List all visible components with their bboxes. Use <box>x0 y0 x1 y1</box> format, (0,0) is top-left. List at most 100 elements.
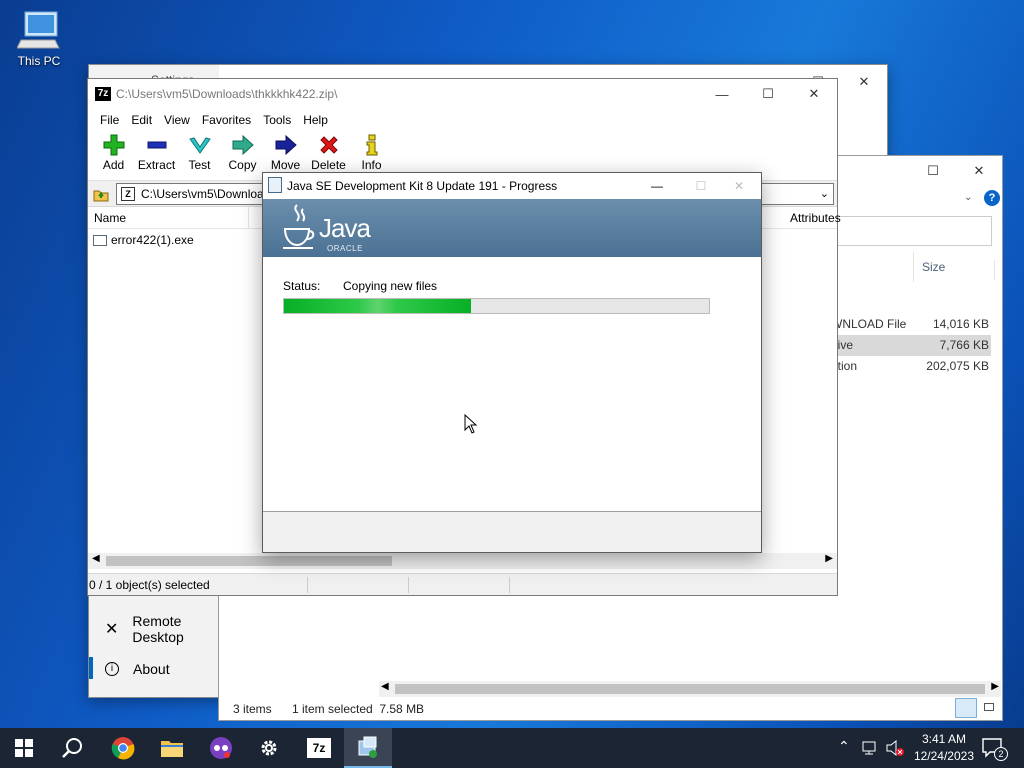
start-button[interactable] <box>0 728 48 768</box>
taskbar-settings[interactable] <box>245 728 293 768</box>
search-button[interactable] <box>48 728 96 768</box>
table-row[interactable]: ation 202,075 KB <box>831 356 991 377</box>
list-item[interactable]: error422(1).exe <box>93 233 194 247</box>
close-button[interactable]: ✕ <box>791 79 837 109</box>
status-selection: 1 item selected 7.58 MB <box>292 702 425 716</box>
scroll-left-icon[interactable]: ◀ <box>381 681 389 692</box>
menu-edit[interactable]: Edit <box>125 113 158 127</box>
minimize-button[interactable]: — <box>699 79 745 109</box>
clock-time: 3:41 AM <box>921 732 966 746</box>
network-icon[interactable] <box>862 740 880 759</box>
move-button[interactable]: Move <box>264 131 307 172</box>
file-size: 7,766 KB <box>939 338 989 352</box>
settings-item-remote-desktop[interactable]: ✕ Remote Desktop <box>105 613 219 645</box>
chevron-down-icon[interactable]: ⌄ <box>964 192 972 203</box>
scroll-left-icon[interactable]: ◀ <box>92 553 100 564</box>
column-header-attributes[interactable]: Attributes <box>790 211 841 225</box>
check-icon <box>188 137 211 154</box>
taskbar-7zip[interactable]: 7z <box>295 728 343 768</box>
search-icon <box>62 738 82 758</box>
x-icon <box>319 136 338 154</box>
table-row[interactable]: WNLOAD File 14,016 KB <box>831 314 991 335</box>
extract-label: Extract <box>137 158 176 172</box>
status-value: Copying new files <box>343 279 438 293</box>
settings-item-label: Remote Desktop <box>132 613 184 645</box>
sevenzip-app-icon: 7z <box>95 87 111 101</box>
taskbar-app-purple[interactable] <box>197 728 245 768</box>
java-cup-icon <box>283 204 315 249</box>
info-button[interactable]: Info <box>350 131 393 172</box>
explorer-horizontal-scrollbar[interactable]: ◀ ▶ <box>379 681 1001 697</box>
notification-count-badge: 2 <box>994 747 1008 761</box>
sevenzip-horizontal-scrollbar[interactable]: ◀ ▶ <box>88 553 837 569</box>
taskbar-java-installer[interactable] <box>344 728 392 768</box>
maximize-button[interactable]: ☐ <box>745 79 791 109</box>
selection-indicator <box>89 657 93 679</box>
details-view-icon[interactable] <box>955 698 977 718</box>
scroll-right-icon[interactable]: ▶ <box>825 553 833 564</box>
add-button[interactable]: Add <box>92 131 135 172</box>
sevenzip-titlebar[interactable]: 7z C:\Users\vm5\Downloads\thkkkhk422.zip… <box>88 79 837 109</box>
system-clock[interactable]: 3:41 AM 12/24/2023 <box>914 731 974 765</box>
table-row-selected[interactable]: hive 7,766 KB <box>831 335 991 356</box>
delete-button[interactable]: Delete <box>307 131 350 172</box>
menu-help[interactable]: Help <box>297 113 334 127</box>
arrow-right-icon <box>275 134 297 156</box>
copy-button[interactable]: Copy <box>221 131 264 172</box>
menu-tools[interactable]: Tools <box>257 113 297 127</box>
test-button[interactable]: Test <box>178 131 221 172</box>
column-divider <box>913 252 914 282</box>
status-text: 0 / 1 object(s) selected <box>89 577 210 592</box>
sevenzip-taskbar-icon: 7z <box>307 738 331 758</box>
chevron-up-icon[interactable]: ⌃ <box>838 738 850 755</box>
menu-view[interactable]: View <box>158 113 196 127</box>
notification-center-button[interactable]: 2 <box>982 738 1008 761</box>
scrollbar-thumb[interactable] <box>106 556 392 566</box>
installer-app-icon <box>268 177 282 193</box>
taskbar-chrome[interactable] <box>99 728 147 768</box>
chevron-down-icon[interactable]: ⌄ <box>820 187 829 200</box>
info-label: Info <box>361 158 382 172</box>
windows-logo-icon <box>15 739 33 757</box>
mouse-cursor-icon <box>464 414 478 434</box>
explorer-close-button[interactable]: ✕ <box>956 156 1002 186</box>
folder-up-icon[interactable] <box>92 185 110 203</box>
plus-icon <box>103 134 124 156</box>
status-bar: 0 / 1 object(s) selected <box>88 573 837 595</box>
file-size: 202,075 KB <box>926 359 989 373</box>
folder-icon <box>161 741 183 757</box>
scroll-right-icon[interactable]: ▶ <box>991 681 999 692</box>
footer-divider <box>263 511 761 512</box>
java-titlebar[interactable]: Java SE Development Kit 8 Update 191 - P… <box>263 173 761 199</box>
taskbar: 7z ⌃ 3:41 AM 12/24/2023 2 <box>0 728 1024 768</box>
desktop-icon-this-pc[interactable]: This PC <box>10 10 68 68</box>
file-size: 14,016 KB <box>932 317 989 331</box>
test-label: Test <box>188 158 211 172</box>
delete-label: Delete <box>311 158 346 172</box>
large-icons-view-icon[interactable] <box>979 698 999 718</box>
column-header-size[interactable]: Size <box>922 260 945 274</box>
status-label: Status: <box>283 279 321 293</box>
file-type: WNLOAD File <box>831 317 907 331</box>
java-minimize-button[interactable]: — <box>635 173 679 199</box>
scrollbar-thumb[interactable] <box>395 684 985 694</box>
search-input[interactable] <box>834 216 992 246</box>
menu-file[interactable]: File <box>94 113 125 127</box>
taskbar-file-explorer[interactable] <box>148 728 196 768</box>
settings-close-button[interactable]: ✕ <box>841 67 887 97</box>
volume-muted-icon[interactable] <box>886 739 904 759</box>
column-header-name[interactable]: Name <box>94 211 126 225</box>
arrow-right-icon <box>232 134 254 156</box>
remote-desktop-icon: ✕ <box>105 621 119 638</box>
gear-icon <box>261 740 277 756</box>
menu-favorites[interactable]: Favorites <box>196 113 257 127</box>
java-installer-dialog[interactable]: Java SE Development Kit 8 Update 191 - P… <box>262 172 762 553</box>
column-divider <box>248 207 249 229</box>
desktop-icon-label: This PC <box>17 54 61 68</box>
settings-item-about[interactable]: i About <box>105 661 170 677</box>
settings-item-label: About <box>133 661 170 677</box>
help-icon[interactable]: ? <box>984 190 1000 206</box>
status-item-count: 3 items <box>233 702 272 716</box>
extract-button[interactable]: Extract <box>135 131 178 172</box>
explorer-maximize-button[interactable]: ☐ <box>910 156 956 186</box>
